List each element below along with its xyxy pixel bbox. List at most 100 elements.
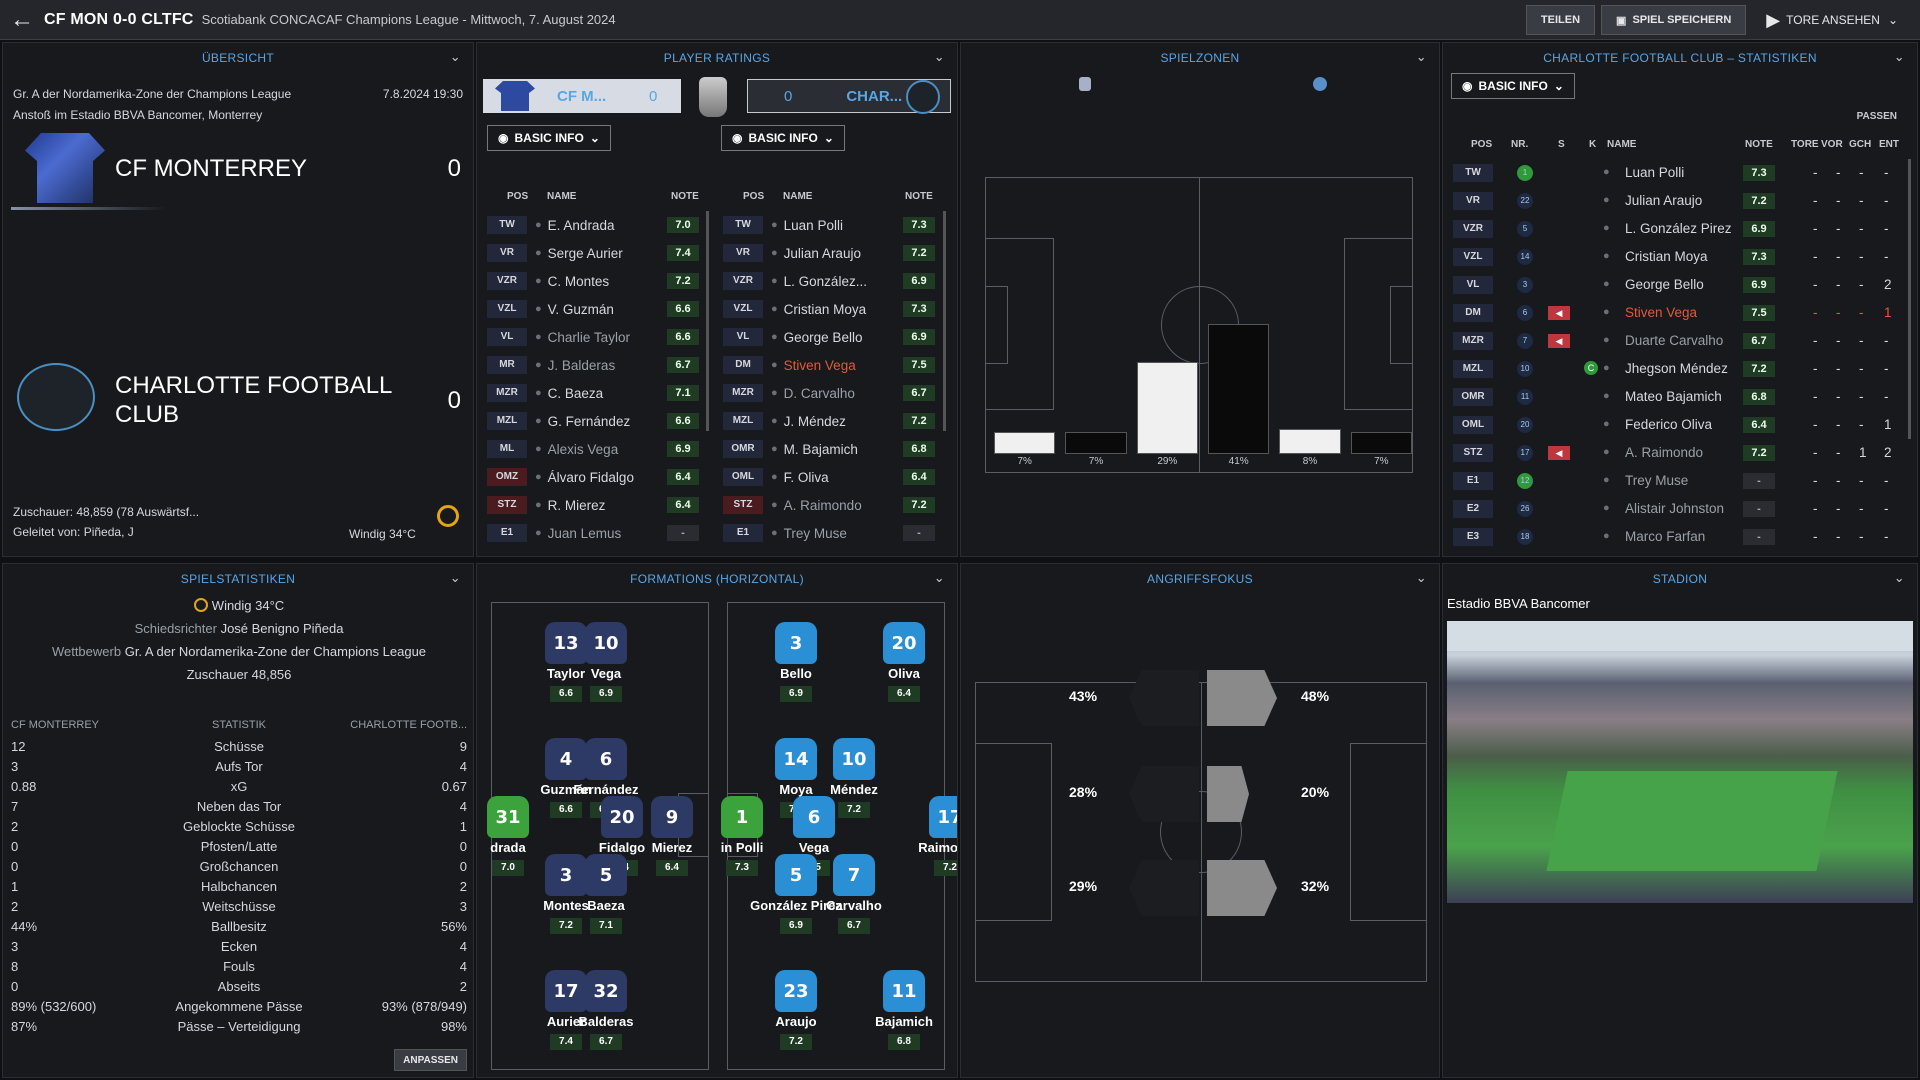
stats-table-row[interactable]: VZL 14 ● Cristian Moya 7.3 - - - - <box>1443 243 1917 271</box>
chevron-down-icon[interactable]: ⌄ <box>1416 570 1427 586</box>
player-shirt[interactable]: 9 <box>651 796 693 844</box>
player-shirt[interactable]: 10 <box>585 622 627 670</box>
position-badge: STZ <box>1453 444 1493 462</box>
away-basic-info-dropdown[interactable]: ◉ BASIC INFO ⌄ <box>721 125 845 151</box>
rating-row[interactable]: VZR ● L. González... 6.9 <box>723 267 949 295</box>
stats-table-row[interactable]: E1 12 ● Trey Muse - - - - - <box>1443 467 1917 495</box>
customize-button[interactable]: ANPASSEN <box>394 1049 467 1071</box>
player-shirt[interactable]: 6 <box>793 796 835 844</box>
rating-row[interactable]: STZ ● R. Mierez 6.4 <box>487 491 713 519</box>
away-list-scrollbar[interactable] <box>943 211 946 431</box>
stats-scrollbar[interactable] <box>1908 159 1911 439</box>
rating-row[interactable]: DM ● Stiven Vega 7.5 <box>723 351 949 379</box>
player-label: Méndez <box>830 782 878 797</box>
stats-table-row[interactable]: VR 22 ● Julian Araujo 7.2 - - - - <box>1443 187 1917 215</box>
save-match-button[interactable]: ▣ SPIEL SPEICHERN <box>1601 5 1747 35</box>
rating-row[interactable]: MZL ● G. Fernández 6.6 <box>487 407 713 435</box>
stats-table-row[interactable]: MZR 7 ◀ ● Duarte Carvalho 6.7 - - - - <box>1443 327 1917 355</box>
rating-row[interactable]: ML ● Alexis Vega 6.9 <box>487 435 713 463</box>
rating-row[interactable]: MZR ● D. Carvalho 6.7 <box>723 379 949 407</box>
rating-row[interactable]: VL ● George Bello 6.9 <box>723 323 949 351</box>
player-shirt[interactable]: 5 <box>775 854 817 902</box>
chevron-down-icon[interactable]: ⌄ <box>1416 49 1427 65</box>
shirt-number: 6 <box>585 738 627 780</box>
away-team-name: CHARLOTTE FOOTBALL CLUB <box>115 372 392 428</box>
player-rating: 7.3 <box>726 860 758 876</box>
away-team-strip[interactable]: 0 CHAR... <box>747 79 951 114</box>
shirt-number: 7 <box>833 854 875 896</box>
position-badge: VL <box>487 328 527 346</box>
chevron-down-icon[interactable]: ⌄ <box>1894 570 1905 586</box>
rating-row[interactable]: TW ● E. Andrada 7.0 <box>487 211 713 239</box>
stats-basic-info-dropdown[interactable]: ◉ BASIC INFO ⌄ <box>1451 73 1575 99</box>
rating-row[interactable]: VZL ● V. Guzmán 6.6 <box>487 295 713 323</box>
player-shirt[interactable]: 13 <box>545 622 587 670</box>
watch-goals-button[interactable]: ▶ TORE ANSEHEN ⌄ <box>1752 5 1912 35</box>
player-shirt[interactable]: 20 <box>883 622 925 670</box>
left-box <box>976 743 1052 921</box>
player-shirt[interactable]: 3 <box>545 854 587 902</box>
home-team-strip[interactable]: CF M... 0 <box>483 79 681 113</box>
home-list-scrollbar[interactable] <box>706 211 709 431</box>
rating-row[interactable]: VR ● Julian Araujo 7.2 <box>723 239 949 267</box>
player-shirt[interactable]: 6 <box>585 738 627 786</box>
rating-row[interactable]: STZ ● A. Raimondo 7.2 <box>723 491 949 519</box>
player-label: Bajamich <box>875 1014 933 1029</box>
player-shirt[interactable]: 1 <box>721 796 763 844</box>
rating-row[interactable]: OML ● F. Oliva 6.4 <box>723 463 949 491</box>
stats-table-row[interactable]: E3 18 ● Marco Farfan - - - - - <box>1443 523 1917 551</box>
home-value: 1 <box>11 878 19 894</box>
share-button[interactable]: TEILEN <box>1525 5 1596 35</box>
player-shirt[interactable]: 20 <box>601 796 643 844</box>
rating-row[interactable]: VR ● Serge Aurier 7.4 <box>487 239 713 267</box>
chevron-down-icon[interactable]: ⌄ <box>450 49 461 65</box>
player-shirt[interactable]: 32 <box>585 970 627 1018</box>
person-icon: ● <box>771 331 778 343</box>
player-shirt[interactable]: 23 <box>775 970 817 1018</box>
chevron-down-icon[interactable]: ⌄ <box>934 49 945 65</box>
player-shirt[interactable]: 14 <box>775 738 817 786</box>
rating-row[interactable]: MR ● J. Balderas 6.7 <box>487 351 713 379</box>
stats-table-row[interactable]: DM 6 ◀ ● Stiven Vega 7.5 - - - 1 <box>1443 299 1917 327</box>
rating-row[interactable]: VL ● Charlie Taylor 6.6 <box>487 323 713 351</box>
stats-table-row[interactable]: E2 26 ● Alistair Johnston - - - - - <box>1443 495 1917 523</box>
stats-table-row[interactable]: VL 3 ● George Bello 6.9 - - - 2 <box>1443 271 1917 299</box>
rating-row[interactable]: TW ● Luan Polli 7.3 <box>723 211 949 239</box>
rating-row[interactable]: OMZ ● Álvaro Fidalgo 6.4 <box>487 463 713 491</box>
rating-row[interactable]: VZL ● Cristian Moya 7.3 <box>723 295 949 323</box>
rating-row[interactable]: E1 ● Juan Lemus - <box>487 519 713 547</box>
stats-table-row[interactable]: MZL 10 C ● Jhegson Méndez 7.2 - - - - <box>1443 355 1917 383</box>
rating-row[interactable]: OMR ● M. Bajamich 6.8 <box>723 435 949 463</box>
rating-row[interactable]: E1 ● Trey Muse - <box>723 519 949 547</box>
stats-table-row[interactable]: OML 20 ● Federico Oliva 6.4 - - - 1 <box>1443 411 1917 439</box>
player-shirt[interactable]: 31 <box>487 796 529 844</box>
chevron-down-icon[interactable]: ⌄ <box>1894 49 1905 65</box>
charlotte-stats-title: CHARLOTTE FOOTBALL CLUB – STATISTIKEN <box>1543 51 1817 65</box>
stats-table-row[interactable]: STZ 17 ◀ ● A. Raimondo 7.2 - - 1 2 <box>1443 439 1917 467</box>
rating-row[interactable]: MZL ● J. Méndez 7.2 <box>723 407 949 435</box>
home-value: 3 <box>11 758 19 774</box>
player-shirt[interactable]: 7 <box>833 854 875 902</box>
rating-row[interactable]: VZR ● C. Montes 7.2 <box>487 267 713 295</box>
stats-table-row[interactable]: OMR 11 ● Mateo Bajamich 6.8 - - - - <box>1443 383 1917 411</box>
player-shirt[interactable]: 3 <box>775 622 817 670</box>
back-arrow-icon[interactable]: ← <box>0 0 44 40</box>
home-basic-info-dropdown[interactable]: ◉ BASIC INFO ⌄ <box>487 125 611 151</box>
stats-table-row[interactable]: TW 1 ● Luan Polli 7.3 - - - - <box>1443 159 1917 187</box>
player-rating: 6.4 <box>667 469 699 485</box>
player-shirt[interactable]: 17 <box>545 970 587 1018</box>
player-shirt[interactable]: 5 <box>585 854 627 902</box>
rating-row[interactable]: MZR ● C. Baeza 7.1 <box>487 379 713 407</box>
player-name: G. Fernández <box>547 413 631 429</box>
home-value: 87% <box>11 1018 38 1034</box>
referee-label: Schiedsrichter <box>134 621 217 636</box>
shirt-number: 17 <box>545 970 587 1012</box>
chevron-down-icon[interactable]: ⌄ <box>450 570 461 586</box>
chevron-down-icon[interactable]: ⌄ <box>934 570 945 586</box>
person-icon: ● <box>535 359 542 371</box>
player-shirt[interactable]: 10 <box>833 738 875 786</box>
player-shirt[interactable]: 11 <box>883 970 925 1018</box>
stats-table-row[interactable]: VZR 5 ● L. González Pirez 6.9 - - - - <box>1443 215 1917 243</box>
player-shirt[interactable]: 4 <box>545 738 587 786</box>
player-shirt[interactable]: 17 <box>929 796 957 844</box>
